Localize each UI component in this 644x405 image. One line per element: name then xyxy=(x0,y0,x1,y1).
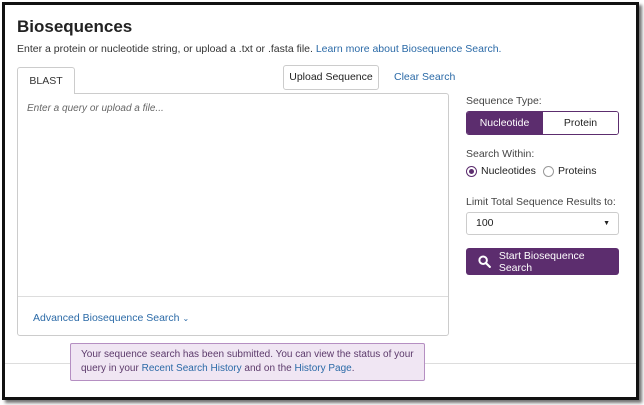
radio-nucleotides[interactable]: Nucleotides xyxy=(466,165,536,177)
page-title: Biosequences xyxy=(17,17,133,36)
recent-search-history-link[interactable]: Recent Search History xyxy=(142,363,242,374)
notice-text: . xyxy=(351,363,355,374)
query-placeholder: Enter a query or upload a file... xyxy=(27,103,164,114)
divider xyxy=(18,296,448,297)
radio-button-checked[interactable] xyxy=(466,165,477,177)
query-textarea[interactable]: Enter a query or upload a file... Advanc… xyxy=(17,93,449,336)
radio-proteins-label: Proteins xyxy=(558,165,597,177)
sequence-type-label: Sequence Type: xyxy=(466,95,542,107)
radio-nucleotides-label: Nucleotides xyxy=(481,165,536,177)
clear-search-link[interactable]: Clear Search xyxy=(394,71,455,83)
search-icon xyxy=(478,255,491,268)
notice-text: and on the xyxy=(244,363,292,374)
start-search-button[interactable]: Start Biosequence Search xyxy=(466,248,619,275)
history-page-link[interactable]: History Page xyxy=(294,363,351,374)
submission-notice: Your sequence search has been submitted.… xyxy=(70,343,425,381)
radio-proteins[interactable]: Proteins xyxy=(543,165,597,177)
limit-results-label: Limit Total Sequence Results to: xyxy=(466,196,616,208)
page-subtitle: Enter a protein or nucleotide string, or… xyxy=(17,43,501,55)
subtitle-text: Enter a protein or nucleotide string, or… xyxy=(17,43,313,55)
advanced-search-toggle[interactable]: Advanced Biosequence Search ⌄ xyxy=(33,312,189,324)
chevron-down-icon: ⌄ xyxy=(182,314,190,323)
limit-results-select[interactable]: 100 ▼ xyxy=(466,212,619,235)
limit-results-value: 100 xyxy=(476,217,494,229)
biosequences-panel: Biosequences Enter a protein or nucleoti… xyxy=(2,2,639,400)
caret-down-icon: ▼ xyxy=(603,220,610,227)
radio-button-unchecked[interactable] xyxy=(543,165,554,177)
tab-blast[interactable]: BLAST xyxy=(17,67,75,94)
search-within-label: Search Within: xyxy=(466,148,535,160)
learn-more-link[interactable]: Learn more about Biosequence Search. xyxy=(316,43,502,55)
sequence-type-protein[interactable]: Protein xyxy=(542,112,618,134)
start-search-label: Start Biosequence Search xyxy=(498,249,585,274)
sequence-type-nucleotide[interactable]: Nucleotide xyxy=(467,112,542,134)
advanced-search-label: Advanced Biosequence Search xyxy=(33,312,180,324)
upload-sequence-button[interactable]: Upload Sequence xyxy=(283,65,379,90)
sequence-type-toggle: Nucleotide Protein xyxy=(466,111,619,135)
